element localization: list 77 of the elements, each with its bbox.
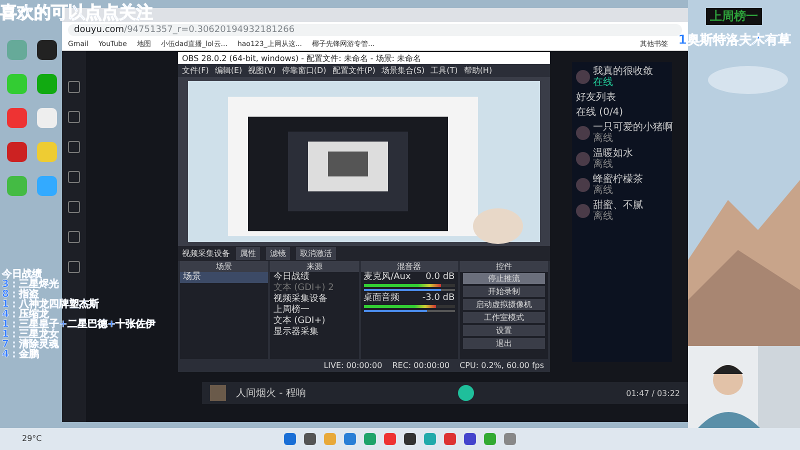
friend-name: 甜蜜、不腻 bbox=[593, 200, 643, 211]
toolbar-button[interactable]: 滤镜 bbox=[266, 247, 290, 260]
live-status: LIVE: 00:00:00 bbox=[324, 361, 382, 370]
control-button[interactable]: 退出 bbox=[462, 338, 545, 349]
cpu-status: CPU: 0.2%, 60.00 fps bbox=[460, 361, 544, 370]
avatar bbox=[576, 70, 590, 84]
menu-item[interactable]: 工具(T) bbox=[428, 65, 460, 76]
source-item[interactable]: 显示器采集 bbox=[270, 327, 359, 338]
control-button[interactable]: 设置 bbox=[462, 325, 545, 336]
rec-status: REC: 00:00:00 bbox=[392, 361, 450, 370]
control-button[interactable]: 启动虚拟摄像机 bbox=[462, 299, 545, 310]
friends-header: 好友列表 bbox=[576, 92, 617, 103]
friend-name: 温暖如水 bbox=[593, 148, 633, 159]
channel-name: 麦克风/Aux bbox=[364, 272, 411, 283]
taskbar-icon[interactable] bbox=[464, 433, 476, 445]
stats-line: 4：金鹏 bbox=[2, 350, 39, 360]
friend-name: 蜂蜜柠檬茶 bbox=[593, 174, 643, 185]
album-icon bbox=[210, 385, 226, 401]
menu-item[interactable]: 场景集合(S) bbox=[379, 65, 427, 76]
friend-status: 离线 bbox=[593, 211, 614, 222]
nav-icon[interactable] bbox=[68, 261, 80, 273]
play-button[interactable] bbox=[458, 385, 474, 401]
nav-icon[interactable] bbox=[68, 141, 80, 153]
control-button[interactable]: 工作室模式 bbox=[462, 312, 545, 323]
channel-name: 桌面音频 bbox=[364, 293, 400, 304]
channel-reading: 0.0 dB bbox=[426, 272, 455, 283]
menu-item[interactable]: 视图(V) bbox=[246, 65, 278, 76]
user-name: 我真的很收敛 bbox=[593, 66, 653, 77]
panel-title: 控件 bbox=[460, 261, 548, 272]
stats-line: 今日战绩 bbox=[2, 270, 42, 280]
panel-title: 混音器 bbox=[360, 261, 458, 272]
address-bar[interactable]: douyu.com/94751357_r=0.30620194932181266 bbox=[68, 24, 682, 36]
nav-icon[interactable] bbox=[68, 111, 80, 123]
user-status: 在线 bbox=[593, 77, 614, 88]
friend-item[interactable]: 甜蜜、不腻 离线 bbox=[576, 200, 668, 222]
stats-line: 4：压缩龙 bbox=[2, 310, 49, 320]
nav-icon[interactable] bbox=[68, 231, 80, 243]
friend-status: 离线 bbox=[593, 159, 614, 170]
taskbar-icon[interactable] bbox=[404, 433, 416, 445]
menu-item[interactable]: 文件(F) bbox=[180, 65, 211, 76]
menu-item[interactable]: 配置文件(P) bbox=[330, 65, 378, 76]
stats-line: 8：指盗 bbox=[2, 290, 39, 300]
stats-line: 3：三星烬光 bbox=[2, 280, 60, 290]
channel-reading: -3.0 dB bbox=[422, 293, 455, 304]
source-item[interactable]: 今日战绩 bbox=[270, 272, 359, 283]
menu-item[interactable]: 停靠窗口(D) bbox=[280, 65, 328, 76]
song-title: 人间烟火 - 程响 bbox=[236, 388, 306, 398]
panel-title: 来源 bbox=[270, 261, 359, 272]
stats-line: 1：三星龙女 bbox=[2, 330, 60, 340]
friend-item[interactable]: 温暖如水 离线 bbox=[576, 148, 668, 170]
app-icon[interactable] bbox=[37, 40, 57, 60]
menu-item[interactable]: 帮助(H) bbox=[462, 65, 494, 76]
friend-status: 离线 bbox=[593, 133, 614, 144]
source-item[interactable]: 文本 (GDI+) bbox=[270, 316, 359, 327]
source-name: 视频采集设备 bbox=[182, 248, 230, 259]
nav-icon[interactable] bbox=[68, 81, 80, 93]
friend-item[interactable]: 蜂蜜柠檬茶 离线 bbox=[576, 174, 668, 196]
scene-item[interactable]: 场景 bbox=[180, 272, 268, 283]
control-button[interactable]: 停止推流 bbox=[462, 273, 545, 284]
source-item[interactable]: 视频采集设备 bbox=[270, 294, 359, 305]
panel-title: 场景 bbox=[180, 261, 268, 272]
source-item[interactable]: 上周榜一 bbox=[270, 305, 359, 316]
nav-icon[interactable] bbox=[68, 171, 80, 183]
stats-line: 7：清除灵魂 bbox=[2, 340, 60, 350]
source-item[interactable]: 文本 (GDI+) 2 bbox=[270, 283, 359, 294]
friend-status: 离线 bbox=[593, 185, 614, 196]
menu-item[interactable]: 编辑(E) bbox=[212, 65, 244, 76]
weather-text: 29°C bbox=[22, 434, 42, 443]
nav-icon[interactable] bbox=[68, 201, 80, 213]
taskbar-icon[interactable] bbox=[304, 433, 316, 445]
window-title: OBS 28.0.2 (64-bit, windows) - 配置文件: 未命名 - 场景: 未命名 bbox=[178, 52, 550, 64]
control-button[interactable]: 开始录制 bbox=[462, 286, 545, 297]
friend-name: 一只可爱的小猪啊 bbox=[593, 122, 673, 133]
friend-group[interactable]: 在线 (0/4) bbox=[576, 107, 668, 118]
song-time: 01:47 / 03:22 bbox=[626, 388, 680, 398]
toolbar-button[interactable]: 取消激活 bbox=[296, 247, 336, 260]
toolbar-button[interactable]: 属性 bbox=[236, 247, 260, 260]
